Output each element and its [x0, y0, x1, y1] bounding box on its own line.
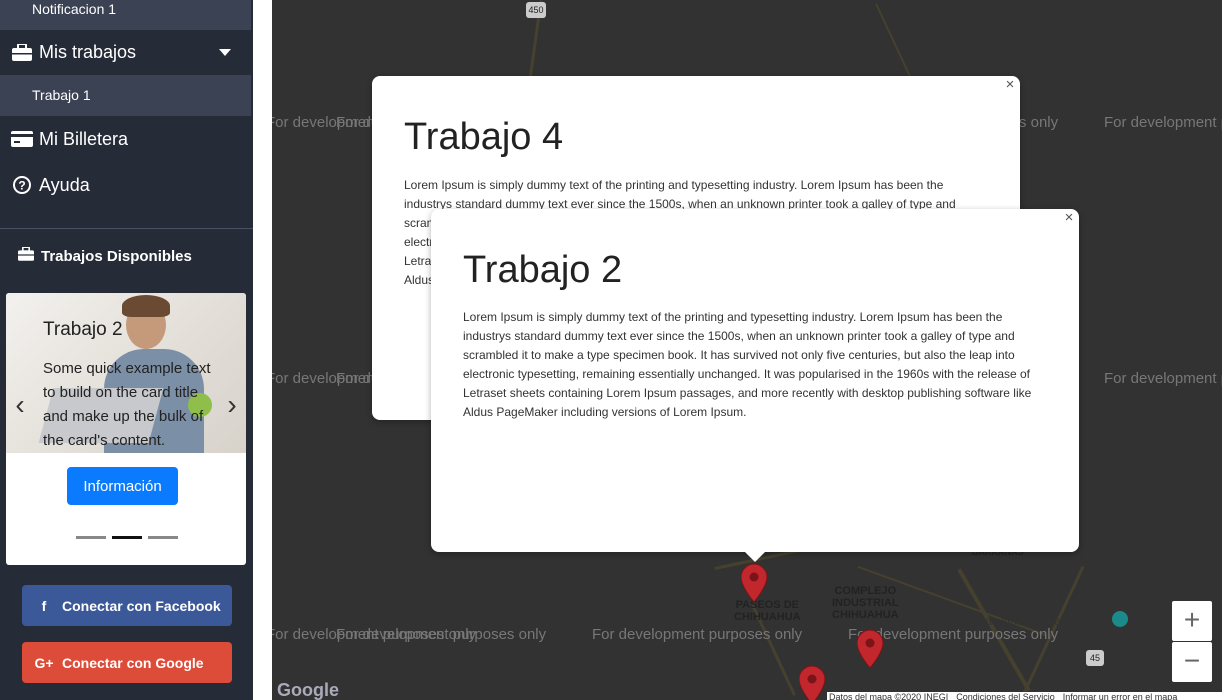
facebook-icon: f [41, 597, 47, 614]
info-window-title: Trabajo 4 [404, 116, 564, 158]
report-error-link[interactable]: Informar un error en el mapa [1063, 692, 1178, 700]
sidebar-item-mis-trabajos[interactable]: Mis trabajos [0, 30, 251, 74]
sidebar-subitem-label: Trabajo 1 [32, 87, 91, 103]
briefcase-icon [11, 42, 33, 62]
map-marker-icon[interactable] [799, 666, 825, 700]
park-icon [1112, 611, 1128, 627]
zoom-in-button[interactable]: + [1172, 601, 1212, 641]
google-login-button[interactable]: G+ Conectar con Google [22, 642, 232, 683]
info-window-text: Lorem Ipsum is simply dummy text of the … [463, 310, 1032, 419]
route-shield: 450 [526, 2, 546, 18]
close-icon[interactable]: × [1062, 210, 1076, 225]
carousel-indicator-active[interactable] [112, 536, 142, 539]
map-marker-icon[interactable] [857, 630, 883, 668]
map-data-credit: Datos del mapa ©2020 INEGI [829, 692, 949, 700]
carousel-indicator[interactable] [76, 536, 106, 539]
chevron-right-icon[interactable]: › [222, 391, 242, 419]
sidebar-subitem-notificacion[interactable]: Notificacion 1 [0, 0, 251, 30]
zoom-out-button[interactable]: − [1172, 642, 1212, 682]
chevron-left-icon[interactable]: ‹ [10, 391, 30, 419]
carousel-indicator[interactable] [148, 536, 178, 539]
sidebar-item-label: Mi Billetera [39, 128, 129, 149]
question-circle-icon: ? [11, 175, 33, 195]
informacion-button[interactable]: Información [67, 467, 178, 505]
info-window-trabajo-2: × Trabajo 2 Lorem Ipsum is simply dummy … [431, 209, 1079, 552]
job-carousel: Trabajo 2 Some quick example text to bui… [6, 293, 246, 565]
sidebar-subitem-trabajo-1[interactable]: Trabajo 1 [0, 75, 251, 116]
map-watermark: For development purposes only [1104, 370, 1222, 387]
map-attribution: Datos del mapa ©2020 INEGI Condiciones d… [827, 692, 1222, 700]
map-watermark: For development purposes only [336, 626, 547, 643]
facebook-button-label: Conectar con Facebook [62, 597, 221, 614]
facebook-login-button[interactable]: f Conectar con Facebook [22, 585, 232, 626]
place-label: COMPLEJO INDUSTRIAL CHIHUAHUA [832, 585, 899, 621]
place-label: PASEOS DE CHIHUAHUA [734, 599, 801, 623]
info-window-title: Trabajo 2 [463, 249, 623, 291]
notification-label: Notificacion 1 [32, 1, 117, 17]
sidebar: Notificacion 1 Mis trabajos Trabajo 1 Mi… [0, 0, 253, 700]
close-icon[interactable]: × [1003, 77, 1017, 92]
map-marker-icon[interactable] [741, 564, 767, 602]
svg-text:?: ? [18, 179, 25, 193]
google-plus-icon: G+ [34, 654, 54, 671]
sidebar-item-label: Mis trabajos [39, 41, 137, 62]
sidebar-item-billetera[interactable]: Mi Billetera [0, 117, 251, 161]
section-title: Trabajos Disponibles [41, 248, 192, 265]
card-image: Trabajo 2 Some quick example text to bui… [6, 293, 246, 453]
carousel-indicators [76, 536, 178, 539]
terms-link[interactable]: Condiciones del Servicio [956, 692, 1055, 700]
info-window-tail [745, 552, 765, 562]
card-title: Trabajo 2 [43, 319, 123, 340]
route-shield: 45 [1086, 650, 1104, 666]
sidebar-item-ayuda[interactable]: ? Ayuda [0, 163, 251, 207]
google-button-label: Conectar con Google [62, 654, 204, 671]
section-trabajos-disponibles: Trabajos Disponibles [18, 246, 192, 266]
caret-down-icon [219, 49, 231, 56]
card-text: Some quick example text to build on the … [43, 360, 211, 449]
google-logo: Google [277, 680, 339, 700]
sidebar-item-label: Ayuda [39, 174, 90, 195]
credit-card-icon [11, 129, 33, 149]
briefcase-icon [18, 246, 34, 266]
map-watermark: For development purposes only [1104, 114, 1222, 131]
place-label: Grutas Nombre de Dios [962, 614, 1089, 628]
map-watermark: For development purposes only [592, 626, 803, 643]
sidebar-divider [0, 228, 253, 229]
